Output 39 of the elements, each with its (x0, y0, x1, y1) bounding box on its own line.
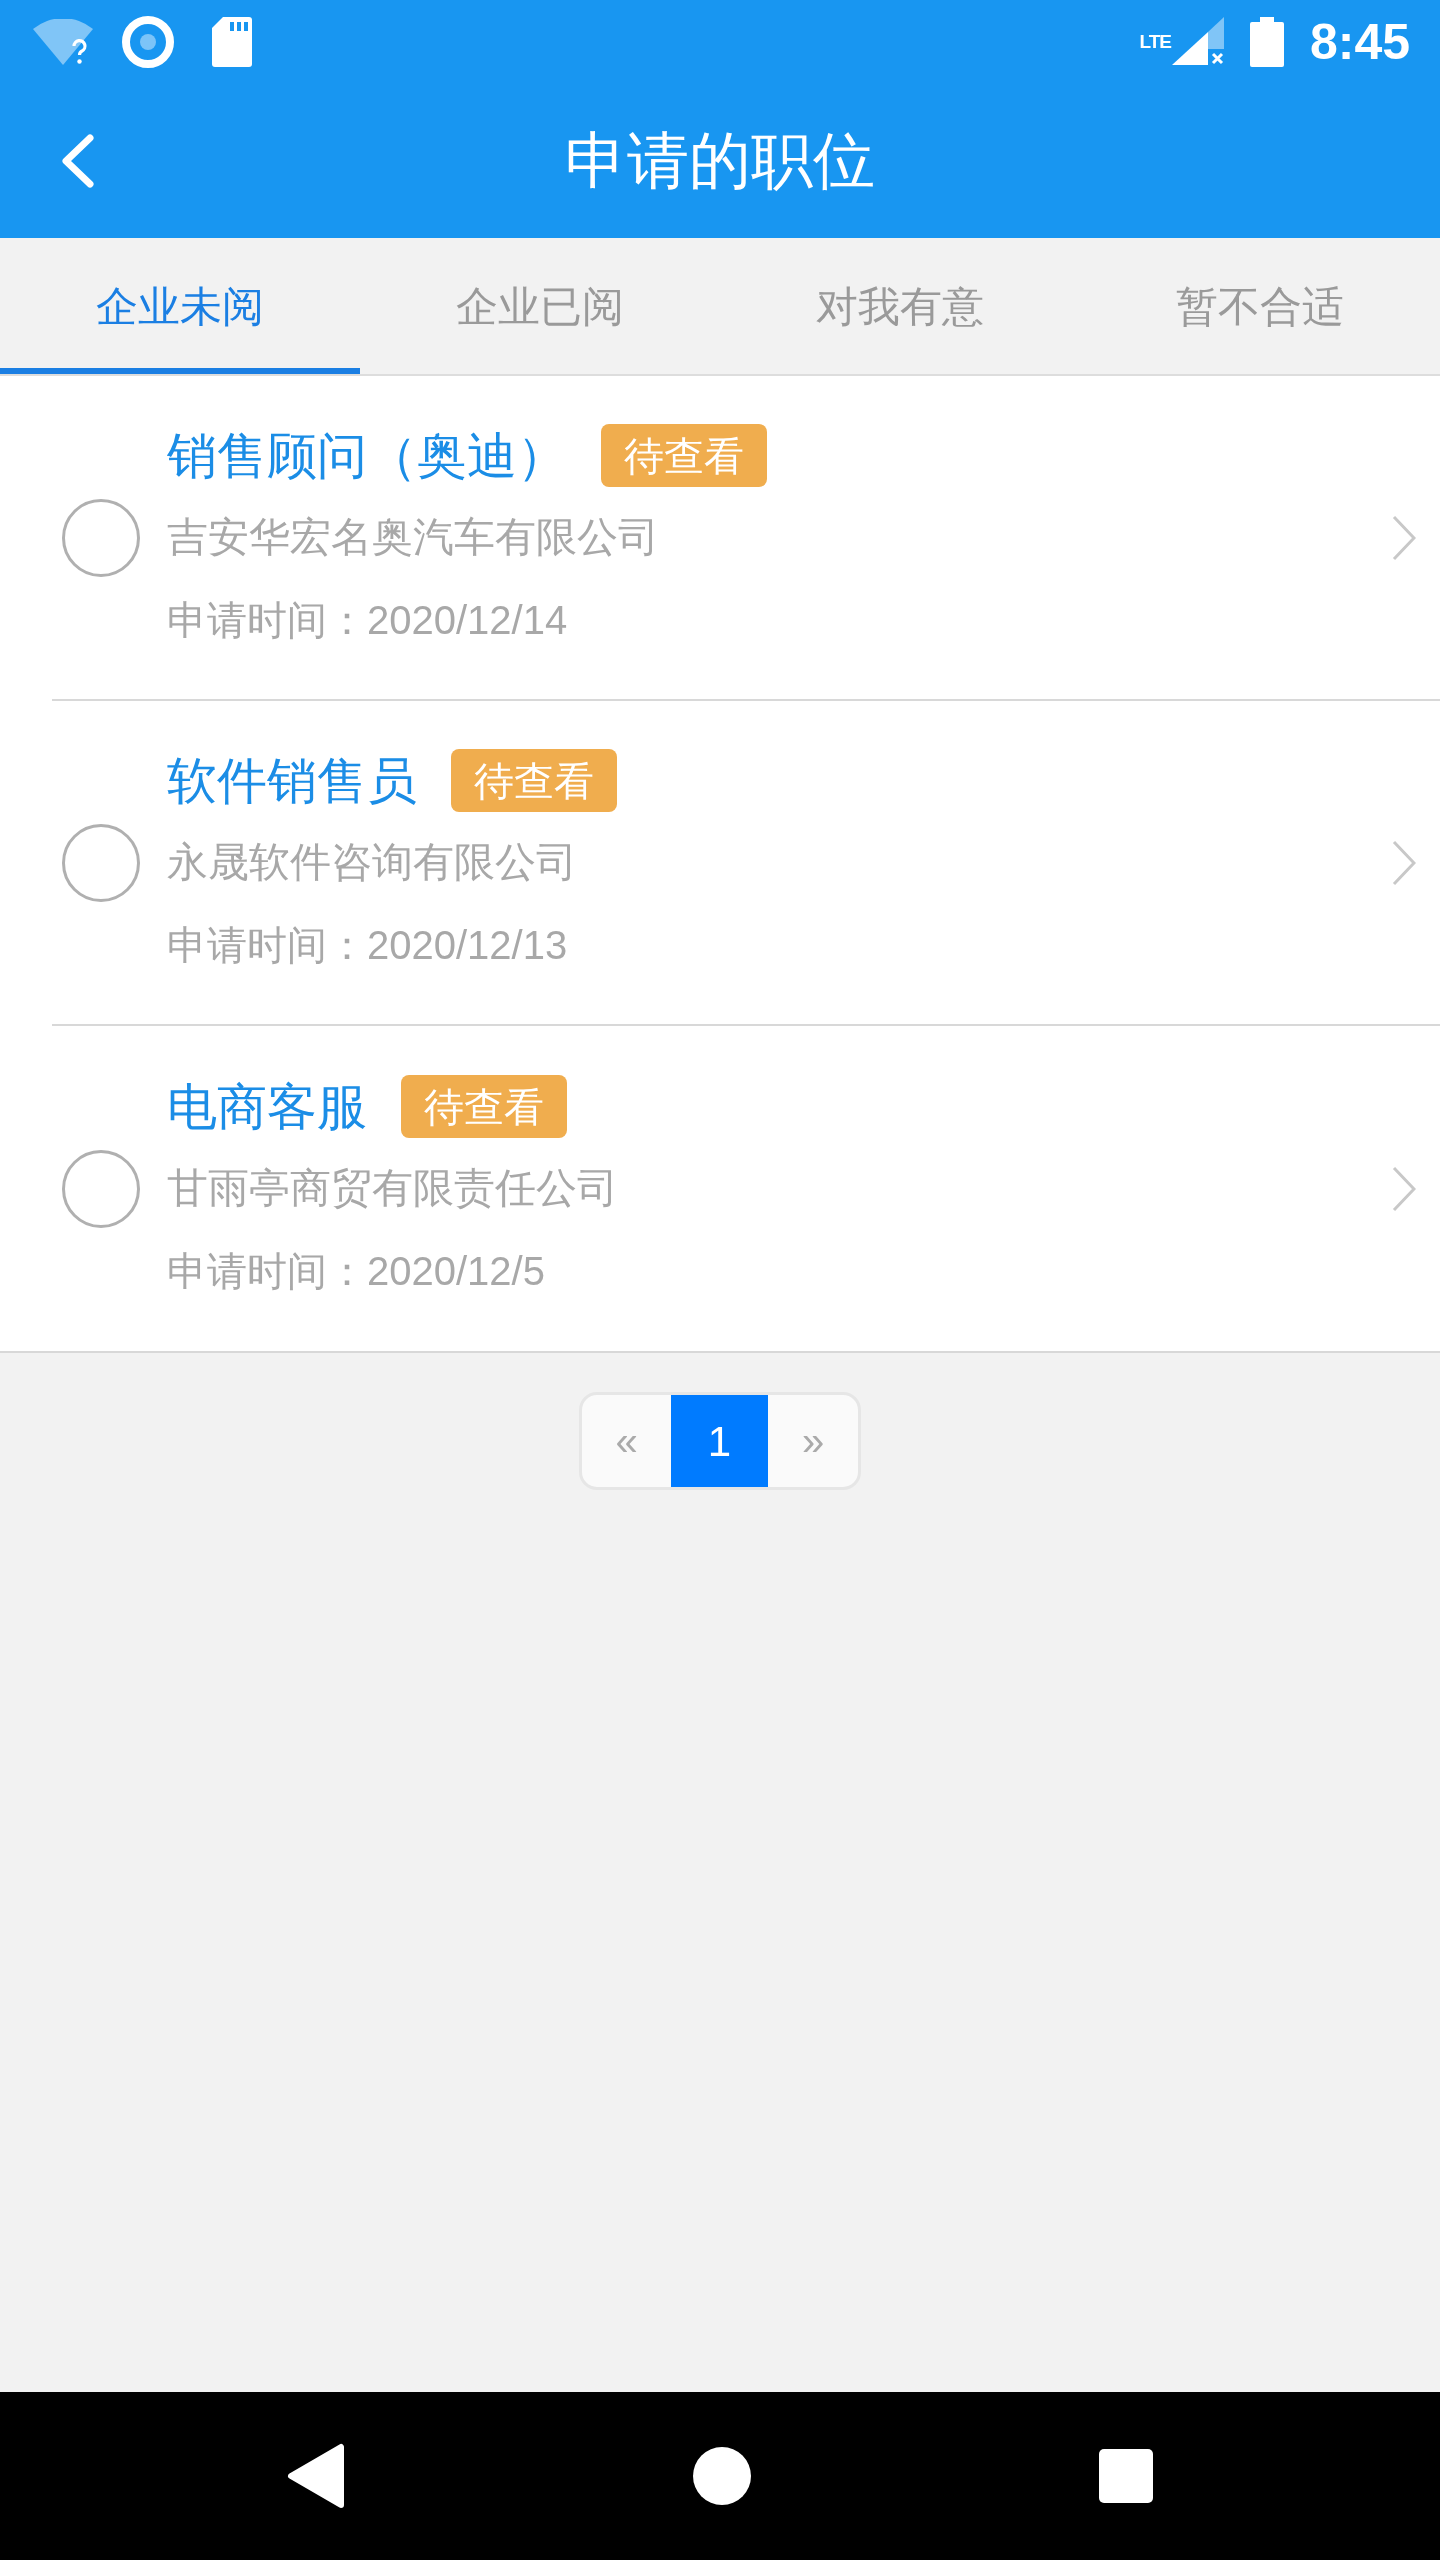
square-icon (1099, 2449, 1153, 2503)
signal-icon (1171, 17, 1224, 67)
application-date: 申请时间：2020/12/14 (167, 599, 568, 640)
page-title: 申请的职位 (565, 130, 875, 192)
application-date: 申请时间：2020/12/5 (167, 1250, 545, 1291)
application-date: 申请时间：2020/12/13 (167, 924, 568, 965)
radio-button[interactable] (62, 1149, 140, 1228)
company-name: 甘雨亭商贸有限责任公司 (167, 1168, 618, 1209)
battery-icon (1249, 17, 1284, 67)
company-name: 吉安华宏名奥汽车有限公司 (167, 517, 659, 558)
radio-button[interactable] (62, 498, 140, 577)
triangle-icon (287, 2443, 345, 2509)
status-tag: 待查看 (601, 424, 767, 487)
status-tag: 待查看 (451, 749, 617, 812)
chevron-right-icon (1392, 1165, 1416, 1212)
chevron-right-icon (1392, 839, 1416, 886)
tab[interactable]: 对我有意 (720, 238, 1080, 374)
status-time: 8:45 (1309, 17, 1410, 67)
company-name: 永晟软件咨询有限公司 (167, 842, 577, 883)
tab[interactable]: 企业已阅 (360, 238, 720, 374)
chevron-right-icon (1392, 514, 1416, 561)
ring-icon (122, 16, 174, 68)
position-title: 电商客服 (167, 1081, 367, 1132)
network-type-label: LTE (1139, 31, 1171, 53)
position-title: 销售顾问（奥迪） (167, 430, 567, 481)
status-tag: 待查看 (401, 1075, 567, 1138)
application-item[interactable]: 销售顾问（奥迪） 待查看 吉安华宏名奥汽车有限公司 申请时间：2020/12/14 (0, 376, 1440, 701)
circle-icon (693, 2447, 751, 2505)
chevron-left-icon (60, 134, 94, 188)
sd-card-icon (212, 17, 252, 67)
radio-button[interactable] (62, 823, 140, 902)
next-page-button[interactable]: » (768, 1395, 858, 1487)
wifi-question-icon (33, 19, 93, 65)
page-button[interactable]: 1 (671, 1395, 768, 1487)
application-item[interactable]: 电商客服 待查看 甘雨亭商贸有限责任公司 申请时间：2020/12/5 (0, 1026, 1440, 1351)
application-item[interactable]: 软件销售员 待查看 永晟软件咨询有限公司 申请时间：2020/12/13 (0, 701, 1440, 1026)
previous-page-button[interactable]: « (582, 1395, 671, 1487)
position-title: 软件销售员 (167, 755, 417, 806)
tab[interactable]: 暂不合适 (1080, 238, 1440, 374)
